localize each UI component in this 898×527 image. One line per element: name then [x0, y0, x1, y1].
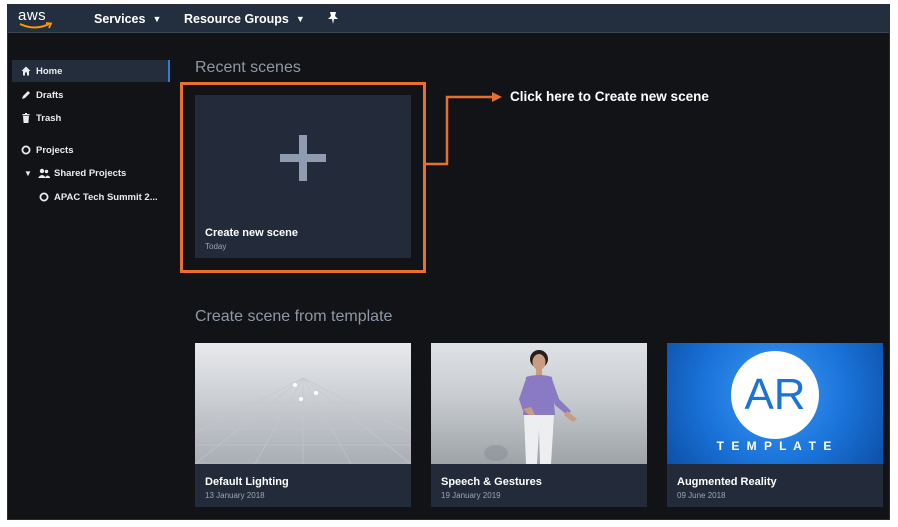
resource-groups-label: Resource Groups [184, 12, 289, 26]
augmented-reality-thumbnail: AR T E M P L A T E [667, 343, 883, 464]
callout-arrow-icon [426, 92, 502, 166]
chevron-down-icon: ▼ [152, 14, 162, 24]
pin-icon[interactable] [327, 11, 339, 25]
card-date: 13 January 2018 [205, 491, 265, 500]
sidebar-item-label: Home [36, 65, 63, 77]
template-card-augmented-reality[interactable]: AR T E M P L A T E Augmented Reality 09 … [667, 343, 883, 507]
sidebar-item-apac-tech-summit[interactable]: APAC Tech Summit 2... [12, 186, 170, 208]
card-date: 09 June 2018 [677, 491, 726, 500]
sidebar-item-label: APAC Tech Summit 2... [54, 191, 158, 203]
sidebar-item-label: Trash [36, 112, 62, 124]
highlight-box [180, 82, 426, 273]
default-lighting-thumbnail [195, 343, 411, 464]
sidebar-item-shared-projects[interactable]: ▼ Shared Projects [12, 162, 170, 184]
card-title: Default Lighting [205, 476, 289, 488]
circle-icon [38, 192, 50, 202]
card-title: Speech & Gestures [441, 476, 542, 488]
trash-icon [20, 113, 32, 123]
sidebar-item-drafts[interactable]: Drafts [12, 84, 170, 106]
sidebar: Home Drafts Trash Projects ▼ Shared Proj… [8, 34, 172, 519]
chevron-down-icon: ▼ [295, 14, 305, 24]
sidebar-item-label: Projects [36, 144, 74, 156]
sidebar-item-projects[interactable]: Projects [12, 139, 170, 161]
sidebar-item-trash[interactable]: Trash [12, 107, 170, 129]
templates-title: Create scene from template [195, 308, 393, 325]
recent-scenes-title: Recent scenes [195, 59, 301, 76]
home-icon [20, 66, 32, 76]
template-card-speech-gestures[interactable]: Speech & Gestures 19 January 2019 [431, 343, 647, 507]
app-frame: aws Services ▼ Resource Groups ▼ Home Dr… [7, 4, 890, 520]
ar-template-text: T E M P L A T E [716, 439, 834, 453]
template-card-default-lighting[interactable]: Default Lighting 13 January 2018 [195, 343, 411, 507]
services-menu[interactable]: Services ▼ [94, 5, 161, 33]
sidebar-item-home[interactable]: Home [12, 60, 170, 82]
card-title: Augmented Reality [677, 476, 777, 488]
pencil-icon [20, 90, 32, 100]
sidebar-item-label: Drafts [36, 89, 64, 101]
services-label: Services [94, 12, 146, 26]
caret-down-icon: ▼ [24, 168, 32, 178]
resource-groups-menu[interactable]: Resource Groups ▼ [184, 5, 305, 33]
card-date: 19 January 2019 [441, 491, 501, 500]
aws-smile-icon [19, 22, 53, 29]
aws-logo[interactable]: aws [16, 7, 56, 31]
top-nav: aws Services ▼ Resource Groups ▼ [8, 5, 889, 33]
ar-badge-text: AR [744, 370, 806, 419]
ar-badge-circle: AR [731, 351, 819, 439]
circle-icon [20, 145, 32, 155]
sidebar-item-label: Shared Projects [54, 167, 127, 179]
speech-gestures-thumbnail [431, 343, 647, 464]
callout-text: Click here to Create new scene [510, 89, 709, 104]
users-icon [38, 168, 50, 178]
